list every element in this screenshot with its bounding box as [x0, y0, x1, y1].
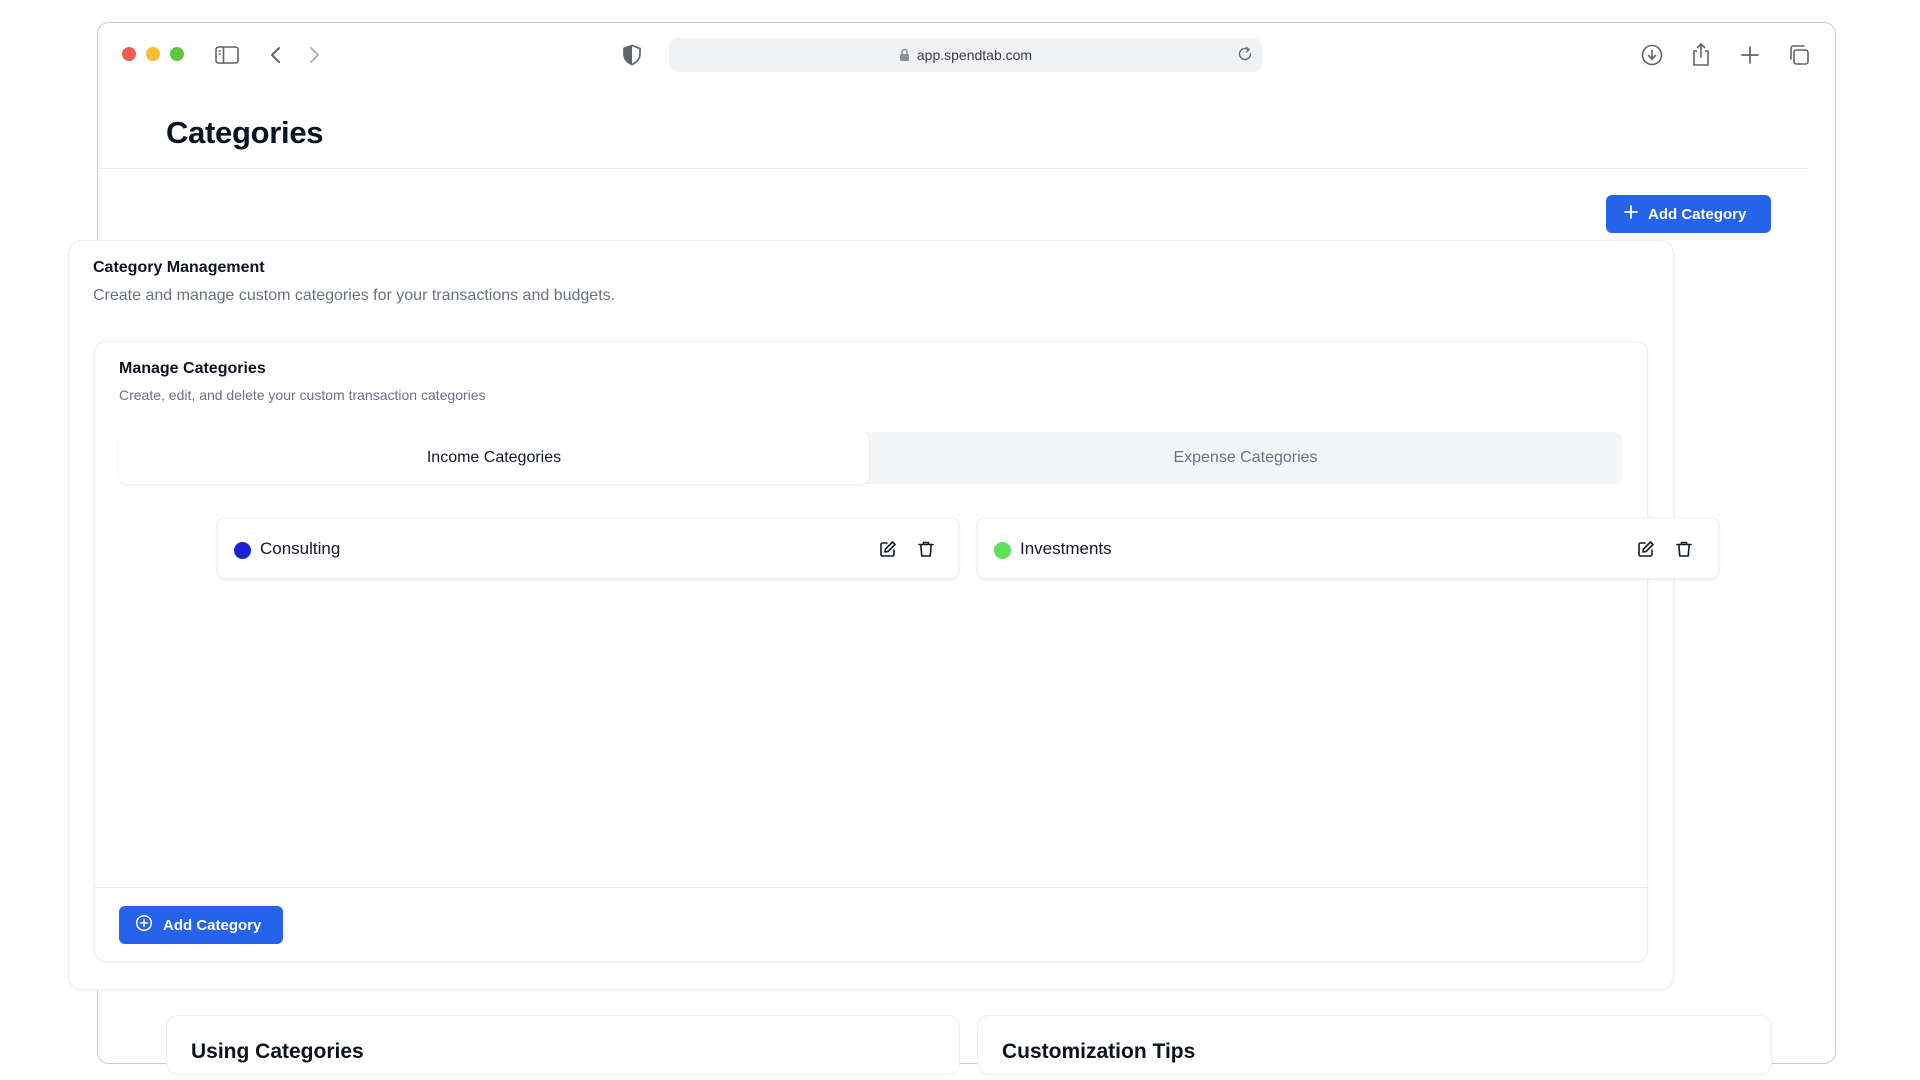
page-title: Categories — [166, 115, 324, 150]
back-icon[interactable] — [262, 41, 290, 69]
card-footer-divider — [94, 887, 1648, 888]
manage-categories-title: Manage Categories — [119, 360, 266, 377]
window-controls — [122, 47, 184, 61]
category-color-swatch — [234, 542, 251, 559]
manage-categories-description: Create, edit, and delete your custom tra… — [119, 387, 486, 403]
add-category-button[interactable]: Add Category — [1606, 195, 1771, 233]
browser-toolbar: app.spendtab.com — [98, 23, 1835, 85]
new-tab-icon[interactable] — [1736, 41, 1764, 69]
plus-icon — [1624, 205, 1638, 223]
tab-expense-categories[interactable]: Expense Categories — [869, 432, 1622, 484]
category-item-investments: Investments — [977, 517, 1719, 579]
category-name: Consulting — [260, 539, 341, 558]
category-color-swatch — [994, 542, 1011, 559]
using-categories-title: Using Categories — [191, 1040, 364, 1063]
add-category-label: Add Category — [1648, 205, 1747, 223]
category-management-description: Create and manage custom categories for … — [93, 287, 616, 304]
category-management-title: Category Management — [93, 259, 265, 276]
add-category-footer-label: Add Category — [163, 916, 262, 934]
plus-circle-icon — [135, 914, 153, 936]
edit-icon[interactable] — [876, 537, 900, 561]
delete-icon[interactable] — [914, 537, 938, 561]
tab-overview-icon[interactable] — [1785, 41, 1813, 69]
address-bar[interactable]: app.spendtab.com — [669, 38, 1262, 72]
edit-icon[interactable] — [1634, 537, 1658, 561]
zoom-window-button[interactable] — [170, 47, 184, 61]
privacy-shield-icon[interactable] — [618, 41, 646, 69]
minimize-window-button[interactable] — [146, 47, 160, 61]
category-type-tabs: Income Categories Expense Categories — [119, 432, 1622, 484]
forward-icon[interactable] — [300, 41, 328, 69]
close-window-button[interactable] — [122, 47, 136, 61]
download-icon[interactable] — [1638, 41, 1666, 69]
category-item-consulting: Consulting — [217, 517, 959, 579]
customization-tips-title: Customization Tips — [1002, 1040, 1196, 1063]
lock-icon — [899, 48, 910, 62]
sidebar-toggle-icon[interactable] — [213, 41, 241, 69]
tab-income-categories[interactable]: Income Categories — [119, 432, 869, 484]
title-divider — [98, 168, 1807, 169]
reload-icon[interactable] — [1236, 45, 1254, 66]
delete-icon[interactable] — [1672, 537, 1696, 561]
share-icon[interactable] — [1687, 41, 1715, 69]
add-category-footer-button[interactable]: Add Category — [119, 906, 283, 944]
category-name: Investments — [1020, 539, 1112, 558]
url-text: app.spendtab.com — [916, 47, 1033, 63]
